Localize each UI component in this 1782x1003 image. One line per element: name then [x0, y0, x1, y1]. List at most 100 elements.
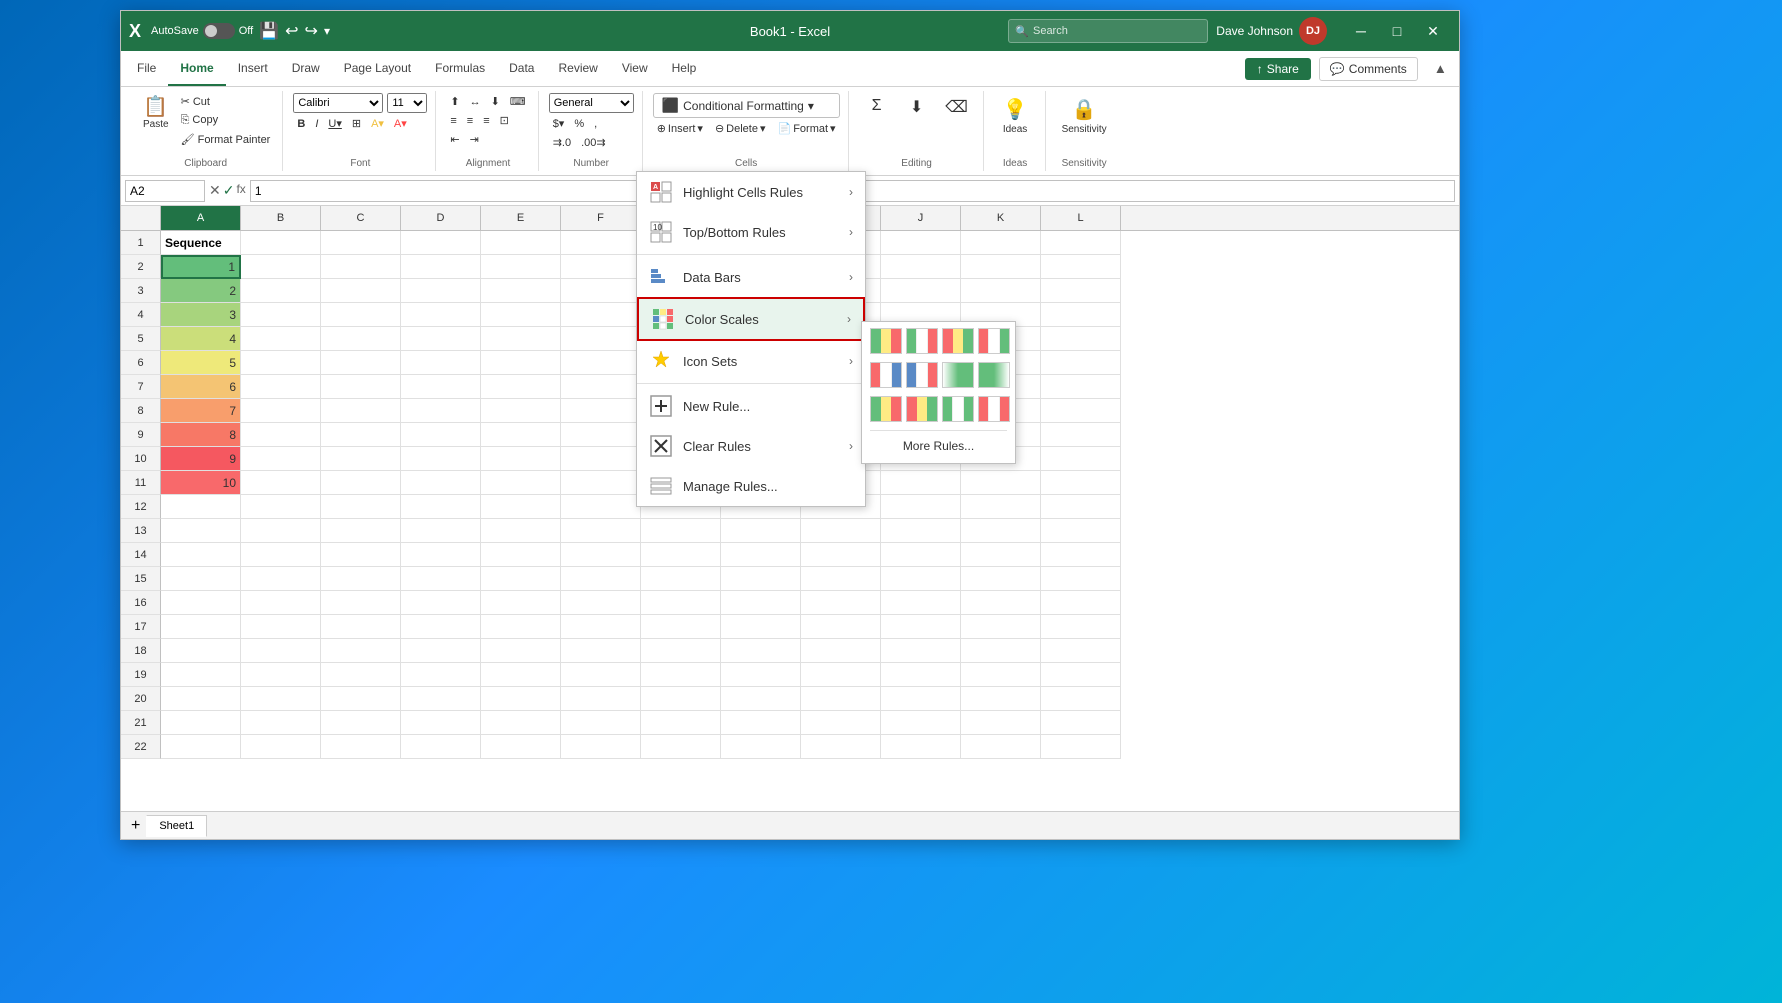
cell-b6[interactable] [241, 351, 321, 375]
merge-button[interactable]: ⊡ [496, 112, 513, 129]
tab-draw[interactable]: Draw [280, 51, 332, 86]
scale-grn-wht-red[interactable] [906, 328, 938, 354]
align-bottom-button[interactable]: ⬇ [487, 93, 504, 110]
insert-function-button[interactable]: fx [236, 182, 245, 199]
cell-b5[interactable] [241, 327, 321, 351]
row-21[interactable]: 21 [121, 711, 161, 735]
decrease-decimal-button[interactable]: ⇉.0 [549, 134, 575, 151]
increase-indent-button[interactable]: ⇥ [466, 131, 483, 148]
row-6[interactable]: 6 [121, 351, 161, 375]
row-8[interactable]: 8 [121, 399, 161, 423]
align-left-button[interactable]: ≡ [446, 112, 460, 129]
cell-l8[interactable] [1041, 399, 1121, 423]
font-color-button[interactable]: A▾ [390, 115, 411, 132]
autosave-toggle[interactable] [203, 23, 235, 39]
cell-d9[interactable] [401, 423, 481, 447]
cell-a13[interactable] [161, 519, 241, 543]
cell-f4[interactable] [561, 303, 641, 327]
cell-j1[interactable] [881, 231, 961, 255]
row-3[interactable]: 3 [121, 279, 161, 303]
sensitivity-button[interactable]: 🔒 Sensitivity [1056, 93, 1113, 139]
cell-b11[interactable] [241, 471, 321, 495]
cell-c1[interactable] [321, 231, 401, 255]
scale-wht-grn[interactable] [942, 362, 974, 388]
cell-a5[interactable]: 4 [161, 327, 241, 351]
scale-red-red-grn[interactable] [906, 396, 938, 422]
col-header-c[interactable]: C [321, 206, 401, 230]
percent-button[interactable]: % [570, 115, 588, 132]
clear-button[interactable]: ⌫ [939, 93, 975, 121]
cell-a8[interactable]: 7 [161, 399, 241, 423]
row-1[interactable]: 1 [121, 231, 161, 255]
currency-button[interactable]: $▾ [549, 115, 569, 132]
scale-grn-grn-red[interactable] [870, 396, 902, 422]
row-15[interactable]: 15 [121, 567, 161, 591]
cell-l10[interactable] [1041, 447, 1121, 471]
cell-a11[interactable]: 10 [161, 471, 241, 495]
cell-a6[interactable]: 5 [161, 351, 241, 375]
paste-button[interactable]: 📋 Paste [137, 93, 175, 134]
submenu-more-rules[interactable]: More Rules... [870, 435, 1007, 457]
cell-f3[interactable] [561, 279, 641, 303]
cell-e8[interactable] [481, 399, 561, 423]
cell-b9[interactable] [241, 423, 321, 447]
cell-k3[interactable] [961, 279, 1041, 303]
search-box[interactable]: 🔍 Search [1008, 19, 1208, 43]
col-header-l[interactable]: L [1041, 206, 1121, 230]
cell-k1[interactable] [961, 231, 1041, 255]
cell-e7[interactable] [481, 375, 561, 399]
tab-help[interactable]: Help [660, 51, 709, 86]
scale-grn-yel-red[interactable] [870, 328, 902, 354]
quick-access-more-button[interactable]: ▾ [324, 24, 330, 38]
col-header-j[interactable]: J [881, 206, 961, 230]
tab-home[interactable]: Home [168, 51, 225, 86]
comments-button[interactable]: 💬 Comments [1319, 57, 1418, 81]
tab-review[interactable]: Review [546, 51, 609, 86]
cell-d10[interactable] [401, 447, 481, 471]
insert-ribbon-button[interactable]: ⊕ Insert▾ [653, 120, 707, 137]
cell-c4[interactable] [321, 303, 401, 327]
conditional-formatting-button[interactable]: ⬛ Conditional Formatting ▾ [653, 93, 840, 118]
scale-blue-wht-red[interactable] [906, 362, 938, 388]
share-button[interactable]: ↑ Share [1245, 58, 1311, 80]
cell-e10[interactable] [481, 447, 561, 471]
cell-e5[interactable] [481, 327, 561, 351]
row-13[interactable]: 13 [121, 519, 161, 543]
cell-f11[interactable] [561, 471, 641, 495]
fill-color-button[interactable]: A▾ [367, 115, 388, 132]
cell-e4[interactable] [481, 303, 561, 327]
tab-view[interactable]: View [610, 51, 660, 86]
cell-l2[interactable] [1041, 255, 1121, 279]
bold-button[interactable]: B [293, 116, 309, 132]
underline-button[interactable]: U▾ [324, 115, 345, 132]
row-17[interactable]: 17 [121, 615, 161, 639]
cell-d4[interactable] [401, 303, 481, 327]
copy-button[interactable]: ⎘ Copy [177, 112, 275, 129]
row-14[interactable]: 14 [121, 543, 161, 567]
cell-c6[interactable] [321, 351, 401, 375]
align-right-button[interactable]: ≡ [479, 112, 493, 129]
minimize-button[interactable]: ─ [1343, 17, 1379, 45]
cell-c8[interactable] [321, 399, 401, 423]
cell-j2[interactable] [881, 255, 961, 279]
cell-l11[interactable] [1041, 471, 1121, 495]
cell-a1[interactable]: Sequence [161, 231, 241, 255]
tab-page-layout[interactable]: Page Layout [332, 51, 423, 86]
col-header-a[interactable]: A [161, 206, 241, 230]
tab-file[interactable]: File [125, 51, 168, 86]
cell-l4[interactable] [1041, 303, 1121, 327]
cell-d11[interactable] [401, 471, 481, 495]
cell-d6[interactable] [401, 351, 481, 375]
ribbon-collapse-button[interactable]: ▲ [1426, 57, 1455, 80]
col-header-d[interactable]: D [401, 206, 481, 230]
cell-d5[interactable] [401, 327, 481, 351]
row-11[interactable]: 11 [121, 471, 161, 495]
cell-b3[interactable] [241, 279, 321, 303]
cell-d2[interactable] [401, 255, 481, 279]
delete-ribbon-button[interactable]: ⊖ Delete▾ [711, 120, 770, 137]
cell-c11[interactable] [321, 471, 401, 495]
sum-button[interactable]: Σ [859, 93, 895, 119]
cell-c10[interactable] [321, 447, 401, 471]
cell-e9[interactable] [481, 423, 561, 447]
menu-item-manage-rules[interactable]: Manage Rules... [637, 466, 865, 506]
